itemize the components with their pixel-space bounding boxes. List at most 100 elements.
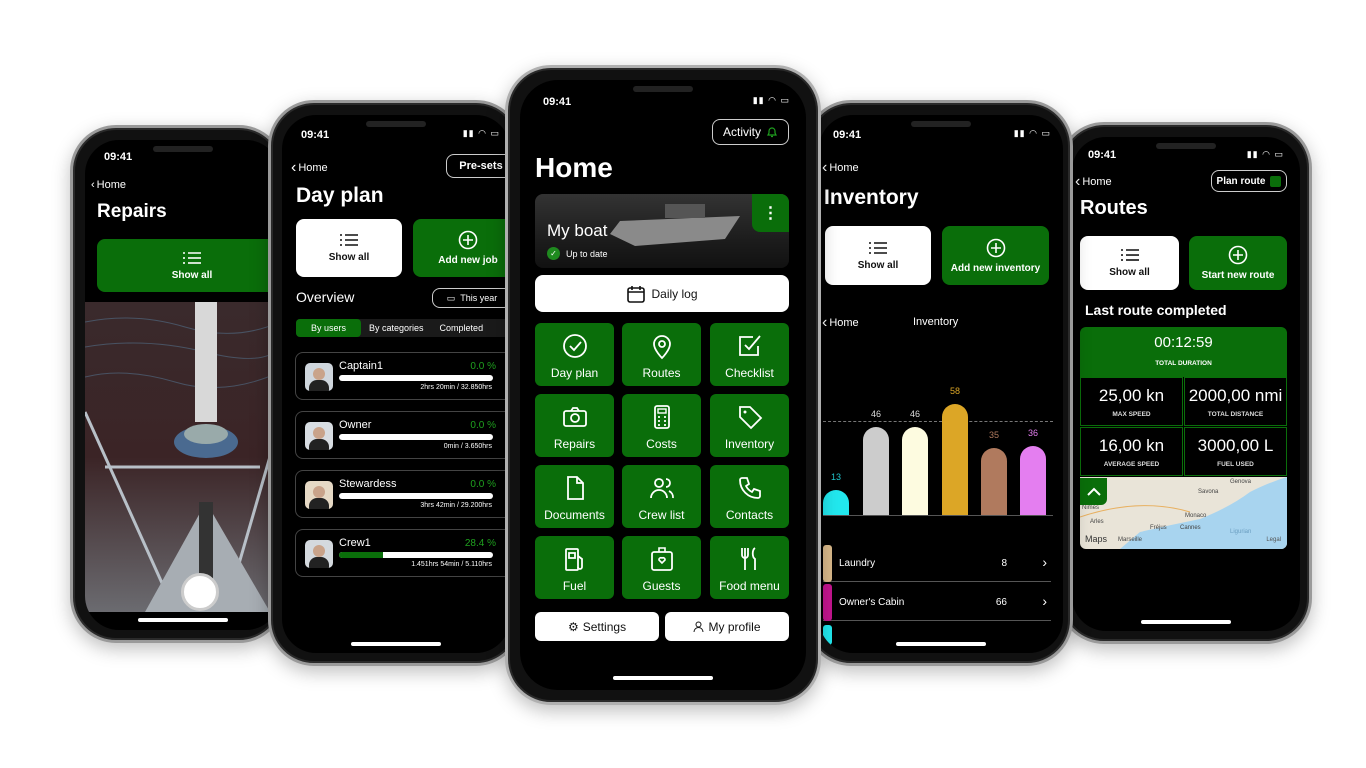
tile-guests[interactable]: Guests: [622, 536, 701, 599]
inventory-list-item[interactable]: Laundry 8 ›: [823, 545, 1051, 582]
add-new-inventory-button[interactable]: Add new inventory: [942, 226, 1049, 285]
chart-reference-line: [823, 421, 1053, 422]
avatar-person: [313, 368, 325, 380]
map-legal-link[interactable]: Legal: [1266, 537, 1281, 543]
stat-label: AVERAGE SPEED: [1103, 461, 1160, 468]
bar-value-label: 58: [949, 386, 960, 396]
stat-label: FUEL USED: [1217, 461, 1254, 468]
day-plan-screen: 09:41 ▮▮ ◠ ▭ ‹ Home Pre-sets Day plan Sho…: [282, 115, 510, 653]
map-place-label: Nimes: [1082, 505, 1100, 511]
user-row[interactable]: Crew128.4 %1.451hrs 54min / 5.110hrs›: [295, 529, 510, 577]
tile-checklist[interactable]: Checklist: [710, 323, 789, 386]
inventory-list-item[interactable]: Owner's Cabin 66 ›: [823, 584, 1051, 621]
chevron-up-icon: [1086, 487, 1101, 496]
show-all-button[interactable]: Show all: [1080, 236, 1179, 290]
page-title: Day plan: [296, 184, 384, 207]
category-color-strip: [823, 584, 832, 621]
tile-food-menu[interactable]: Food menu: [710, 536, 789, 599]
routes-screen: 09:41 ▮▮ ◠ ▭ ‹ Home Plan route Routes Sho…: [1072, 137, 1300, 631]
start-new-route-button[interactable]: Start new route: [1189, 236, 1287, 290]
tile-fuel[interactable]: Fuel: [535, 536, 614, 599]
show-all-button[interactable]: Show all: [97, 239, 280, 292]
stat-value: 25,00 kn: [1098, 386, 1165, 405]
last-route-heading: Last route completed: [1085, 302, 1227, 318]
page-title: Routes: [1080, 197, 1148, 219]
tile-crew-list[interactable]: Crew list: [622, 465, 701, 528]
daily-log-button[interactable]: Daily log: [535, 275, 789, 312]
category-color-strip: [823, 545, 832, 582]
route-stat: 2000,00 nmi TOTAL DISTANCE: [1184, 377, 1287, 426]
phone-repairs: 09:41 ‹ Home Repairs Show all: [70, 125, 285, 643]
route-map[interactable]: Genova Savona Nimes Arles Monaco Fréjus Cannes…: [1080, 477, 1287, 549]
map-place-label: Monaco: [1185, 513, 1207, 519]
settings-button[interactable]: ⚙ Settings: [535, 612, 659, 641]
shutter-button[interactable]: [181, 573, 219, 611]
show-all-button[interactable]: Show all: [296, 219, 402, 277]
add-new-job-button[interactable]: Add new job: [413, 219, 510, 277]
plan-route-button[interactable]: Plan route: [1211, 170, 1287, 192]
duration-label: TOTAL DURATION: [1155, 360, 1212, 367]
calculator-icon: [648, 403, 676, 431]
tile-label: Repairs: [553, 437, 596, 451]
tile-inventory[interactable]: Inventory: [710, 394, 789, 457]
back-button[interactable]: ‹ Home: [1075, 173, 1112, 191]
back-button[interactable]: ‹ Home: [822, 159, 859, 177]
check-circle-icon: ✓: [547, 247, 560, 260]
boat-menu-button[interactable]: ⋮: [752, 194, 789, 232]
tile-documents[interactable]: Documents: [535, 465, 614, 528]
plus-circle-icon: [1228, 245, 1248, 265]
tab-completed[interactable]: Completed: [432, 319, 492, 337]
activity-button[interactable]: Activity: [712, 119, 789, 145]
avatar-person: [313, 427, 325, 439]
user-row[interactable]: Stewardess0.0 %3hrs 42min / 29.200hrs›: [295, 470, 510, 518]
chart-bar: [823, 490, 849, 515]
tab-by-categories[interactable]: By categories: [361, 319, 432, 337]
tab-by-users[interactable]: By users: [296, 319, 362, 337]
period-selector[interactable]: ▭ This year: [432, 288, 510, 308]
phone-icon: [736, 474, 764, 502]
calendar-icon: [627, 285, 646, 303]
tile-costs[interactable]: Costs: [622, 394, 701, 457]
chevron-right-icon: ›: [1042, 554, 1047, 570]
list-icon: [1120, 249, 1139, 261]
progress-bar: [339, 552, 493, 558]
tile-contacts[interactable]: Contacts: [710, 465, 789, 528]
user-time: 1.451hrs 54min / 5.110hrs: [411, 561, 492, 568]
overview-heading: Overview: [296, 289, 355, 305]
chevron-right-icon: ›: [1042, 593, 1047, 609]
bell-icon: [767, 127, 777, 138]
list-icon: [340, 234, 358, 246]
back-button[interactable]: ‹ Home: [291, 159, 328, 177]
tile-repairs[interactable]: Repairs: [535, 394, 614, 457]
boat-bow-photo: [85, 302, 280, 613]
tile-routes[interactable]: Routes: [622, 323, 701, 386]
calendar-icon: ▭: [446, 292, 456, 303]
notch: [152, 146, 213, 152]
boat-card[interactable]: My boat ✓ Up to date ⋮: [535, 194, 789, 268]
progress-bar: [339, 434, 493, 440]
my-profile-button[interactable]: My profile: [665, 612, 789, 641]
bar-value-label: 35: [988, 430, 999, 441]
chart-bar: [863, 426, 889, 515]
tile-label: Costs: [646, 437, 677, 451]
home-indicator: [896, 642, 986, 646]
presets-button[interactable]: Pre-sets: [446, 154, 510, 178]
back-button[interactable]: ‹ Home: [91, 179, 126, 191]
user-row[interactable]: Owner0.0 %0min / 3.650hrs›: [295, 411, 510, 459]
stat-value: 2000,00 nmi: [1188, 386, 1283, 405]
show-all-button[interactable]: Show all: [825, 226, 931, 285]
route-stat: 25,00 kn MAX SPEED: [1080, 377, 1183, 426]
users-icon: [648, 474, 676, 502]
sub-back-button[interactable]: ‹ Home: [822, 314, 859, 332]
avatar-suit: [309, 498, 329, 509]
bar-value-label: 13: [830, 472, 841, 483]
tile-day-plan[interactable]: Day plan: [535, 323, 614, 386]
bar-value-label: 46: [870, 408, 881, 419]
signal-wifi-battery-icon: ▮▮ ◠ ▭: [752, 95, 790, 105]
tile-label: Routes: [642, 366, 681, 380]
user-row[interactable]: Captain10.0 %2hrs 20min / 32.850hrs›: [295, 352, 510, 400]
more-vertical-icon: ⋮: [762, 205, 779, 222]
progress-fill: [339, 552, 383, 558]
map-place-label: Genova: [1230, 479, 1252, 485]
collapse-map-button[interactable]: [1080, 478, 1107, 505]
